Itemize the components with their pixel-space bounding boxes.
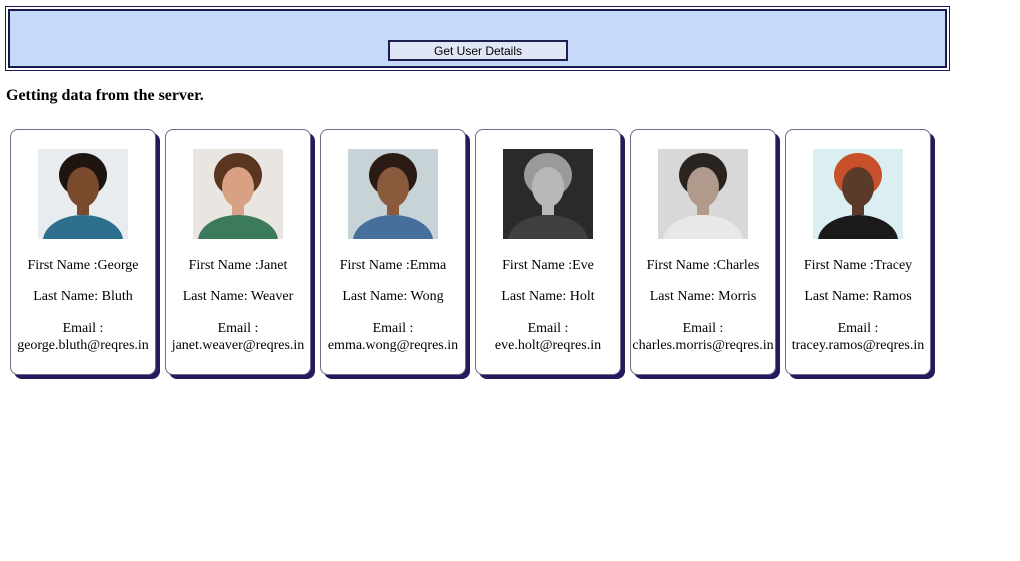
portrait-photo [658,149,748,239]
last-name: Last Name: Bluth [33,289,133,304]
user-card: First Name :Janet Last Name: Weaver Emai… [165,129,311,375]
user-avatar [348,149,438,239]
portrait-shape [687,167,719,207]
email-value: tracey.ramos@reqres.in [791,338,925,353]
user-card: First Name :Emma Last Name: Wong Email :… [320,129,466,375]
email: Email : tracey.ramos@reqres.in [786,320,930,354]
get-user-details-button[interactable]: Get User Details [388,40,568,61]
email-value: george.bluth@reqres.in [17,338,149,353]
portrait-shape [842,167,874,207]
email-label: Email : [837,321,879,336]
user-card: First Name :Charles Last Name: Morris Em… [630,129,776,375]
user-avatar [38,149,128,239]
user-avatar [658,149,748,239]
last-name: Last Name: Wong [342,289,444,304]
portrait-photo [193,149,283,239]
user-avatar [193,149,283,239]
portrait-photo [348,149,438,239]
email-label: Email : [527,321,569,336]
portrait-shape [222,167,254,207]
first-name: First Name :Janet [188,258,288,273]
last-name: Last Name: Holt [501,289,595,304]
email-label: Email : [217,321,259,336]
status-text: Getting data from the server. [6,87,204,104]
first-name: First Name :Tracey [803,258,913,273]
email-label: Email : [682,321,724,336]
user-card: First Name :Eve Last Name: Holt Email : e… [475,129,621,375]
portrait-shape [532,167,564,207]
email-value: emma.wong@reqres.in [327,338,459,353]
top-panel: Get User Details [5,6,950,71]
top-panel-inner: Get User Details [8,9,947,68]
portrait-photo [38,149,128,239]
portrait-photo [813,149,903,239]
first-name: First Name :Emma [339,258,447,273]
user-card: First Name :Tracey Last Name: Ramos Emai… [785,129,931,375]
email-label: Email : [372,321,414,336]
last-name: Last Name: Weaver [182,289,294,304]
user-avatar [503,149,593,239]
email-value: janet.weaver@reqres.in [171,338,305,353]
portrait-shape [67,167,99,207]
email-value: eve.holt@reqres.in [494,338,602,353]
email: Email : charles.morris@reqres.in [631,320,775,354]
last-name: Last Name: Ramos [804,289,912,304]
last-name: Last Name: Morris [649,289,757,304]
email-label: Email : [62,321,104,336]
user-avatar [813,149,903,239]
first-name: First Name :Charles [646,258,760,273]
user-card: First Name :George Last Name: Bluth Emai… [10,129,156,375]
first-name: First Name :Eve [502,258,594,273]
portrait-photo [503,149,593,239]
first-name: First Name :George [27,258,139,273]
email: Email : janet.weaver@reqres.in [166,320,310,354]
user-card-list: First Name :George Last Name: Bluth Emai… [10,129,940,375]
email: Email : eve.holt@reqres.in [476,320,620,354]
email-value: charles.morris@reqres.in [632,338,774,353]
portrait-shape [377,167,409,207]
email: Email : emma.wong@reqres.in [321,320,465,354]
email: Email : george.bluth@reqres.in [11,320,155,354]
